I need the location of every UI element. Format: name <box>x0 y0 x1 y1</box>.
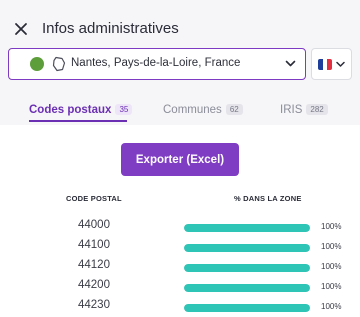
percent-value: 100% <box>321 282 342 291</box>
percent-bar-fill <box>184 224 310 232</box>
percent-bar <box>184 244 310 252</box>
postal-code: 44100 <box>78 239 110 251</box>
postal-code: 44200 <box>78 279 110 291</box>
percent-value: 100% <box>321 302 342 311</box>
chevron-down-icon[interactable] <box>285 60 296 68</box>
percent-bar-fill <box>184 304 310 312</box>
table-row: 44200 100% <box>0 279 360 299</box>
table-row: 44120 100% <box>0 259 360 279</box>
location-selector[interactable]: Nantes, Pays-de-la-Loire, France <box>8 48 306 80</box>
tab-count-badge: 35 <box>115 104 133 115</box>
table-row: 44000 100% <box>0 219 360 239</box>
active-tab-indicator <box>29 120 127 122</box>
export-excel-button[interactable]: Exporter (Excel) <box>121 143 239 176</box>
tab-label: IRIS <box>280 104 303 116</box>
flag-stripe-red <box>327 59 332 70</box>
panel-title: Infos administratives <box>42 20 179 37</box>
tab-iris[interactable]: IRIS 282 <box>280 104 328 116</box>
percent-value: 100% <box>321 222 342 231</box>
chevron-down-icon[interactable] <box>336 61 345 68</box>
percent-value: 100% <box>321 262 342 271</box>
country-selector[interactable] <box>311 48 352 80</box>
percent-bar-fill <box>184 284 310 292</box>
area-shape-icon <box>52 56 66 72</box>
percent-bar-fill <box>184 244 310 252</box>
percent-bar <box>184 284 310 292</box>
close-icon[interactable] <box>14 22 28 36</box>
postal-code: 44000 <box>78 219 110 231</box>
panel-header-area: Infos administratives Nantes, Pays-de-la… <box>0 0 360 125</box>
postal-code: 44120 <box>78 259 110 271</box>
infos-administratives-panel: Infos administratives Nantes, Pays-de-la… <box>0 0 360 317</box>
tab-count-badge: 62 <box>225 104 243 115</box>
table-row: 44100 100% <box>0 239 360 259</box>
column-header-percent: % DANS LA ZONE <box>234 194 302 203</box>
column-header-code-postal: CODE POSTAL <box>66 194 122 203</box>
location-text: Nantes, Pays-de-la-Loire, France <box>71 57 241 69</box>
tab-count-badge: 282 <box>306 104 328 115</box>
tab-label: Codes postaux <box>29 104 112 116</box>
percent-bar <box>184 224 310 232</box>
table-row: 44230 100% <box>0 299 360 317</box>
tab-codes-postaux[interactable]: Codes postaux 35 <box>29 104 133 116</box>
tab-communes[interactable]: Communes 62 <box>163 104 243 116</box>
percent-bar-fill <box>184 264 310 272</box>
tab-label: Communes <box>163 104 222 116</box>
percent-bar <box>184 264 310 272</box>
postal-code: 44230 <box>78 299 110 311</box>
percent-bar <box>184 304 310 312</box>
france-flag-icon <box>318 59 332 70</box>
location-color-dot <box>30 57 44 71</box>
percent-value: 100% <box>321 242 342 251</box>
